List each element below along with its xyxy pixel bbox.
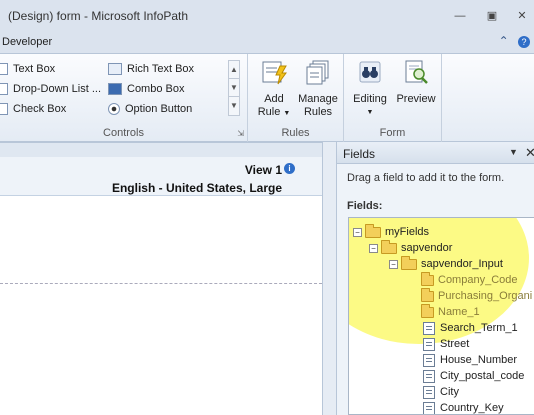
tree-node-purchasing-org[interactable]: Purchasing_Organi: [421, 287, 532, 304]
fields-pane-title: Fields: [343, 147, 376, 161]
field-icon: [423, 385, 435, 399]
controls-group: Text Box Rich Text Box Drop-Down List ..…: [0, 54, 248, 142]
help-icon[interactable]: ?: [518, 36, 530, 48]
rules-group-label: Rules: [281, 127, 310, 139]
field-group-icon: [421, 303, 434, 318]
text-box-icon: [0, 63, 8, 75]
add-rule-button[interactable]: Add Rule ▼: [254, 58, 294, 120]
tree-node-search-term-1[interactable]: Search_Term_1: [423, 320, 518, 336]
page-break-line: [0, 283, 322, 284]
preview-icon: [405, 60, 428, 84]
controls-group-label: Controls: [103, 127, 144, 139]
form-group-label: Form: [379, 127, 406, 139]
dialog-launcher-icon[interactable]: ⇲: [237, 129, 244, 138]
field-icon: [423, 401, 435, 414]
field-icon: [423, 321, 435, 335]
title-bar: (Design) form - Microsoft InfoPath — ▣ ✕: [0, 0, 534, 32]
drop-down-list-control[interactable]: Drop-Down List ...: [0, 80, 101, 98]
field-icon: [423, 337, 435, 351]
editing-button[interactable]: Editing ▼: [350, 58, 390, 119]
pane-close-icon[interactable]: ✕: [525, 145, 534, 161]
collapse-ribbon-icon[interactable]: ⌃: [499, 34, 509, 48]
view-name: View 1: [244, 163, 282, 177]
rich-text-box-control[interactable]: Rich Text Box: [108, 60, 194, 78]
fields-pane-header: Fields ▼ ✕: [337, 142, 534, 164]
tree-node-name-1[interactable]: Name_1: [421, 303, 480, 320]
tree-node-house-number[interactable]: House_Number: [423, 352, 517, 368]
tree-node-myfields[interactable]: − myFields: [353, 223, 429, 240]
combo-box-icon: [108, 83, 122, 95]
minimize-icon[interactable]: —: [452, 9, 468, 23]
folder-icon: [365, 223, 381, 238]
tree-node-sapvendor-input[interactable]: − sapvendor_Input: [389, 255, 503, 272]
tree-node-street[interactable]: Street: [423, 336, 469, 352]
text-box-control[interactable]: Text Box: [0, 60, 55, 78]
tree-node-city[interactable]: City: [423, 384, 459, 400]
pane-options-icon[interactable]: ▼: [509, 147, 518, 157]
rich-text-box-icon: [108, 63, 122, 75]
fields-label: Fields:: [347, 200, 383, 212]
view-header: View 1 i English - United States, Large: [0, 142, 322, 196]
option-button-icon: [108, 103, 120, 115]
combo-box-control[interactable]: Combo Box: [108, 80, 184, 98]
field-icon: [423, 369, 435, 383]
ribbon: Text Box Rich Text Box Drop-Down List ..…: [0, 54, 534, 142]
fields-tree[interactable]: − myFields − sapvendor − sapvendor_Input…: [348, 217, 534, 415]
check-box-icon: [0, 103, 8, 115]
tree-node-company-code[interactable]: Company_Code: [421, 271, 518, 288]
field-group-icon: [421, 271, 434, 286]
form-design-canvas[interactable]: View 1 i English - United States, Large: [0, 142, 322, 415]
field-group-icon: [421, 287, 434, 302]
option-button-control[interactable]: Option Button: [108, 100, 192, 118]
controls-gallery-scroll[interactable]: ▲ ▼ ▼: [228, 60, 240, 116]
view-language: English - United States, Large: [111, 181, 282, 195]
binoculars-icon: [359, 61, 381, 83]
tree-node-city-postal-code[interactable]: City_postal_code: [423, 368, 524, 384]
tree-node-sapvendor[interactable]: − sapvendor: [369, 239, 452, 256]
pane-splitter[interactable]: [322, 142, 337, 415]
close-icon[interactable]: ✕: [514, 9, 530, 23]
manage-rules-icon: [306, 60, 329, 85]
scroll-up-icon[interactable]: ▲: [229, 61, 239, 79]
ribbon-tab-row: Developer ⌃ ?: [0, 32, 534, 54]
preview-button[interactable]: Preview: [394, 58, 438, 106]
fields-hint: Drag a field to add it to the form.: [347, 172, 505, 184]
form-group: Editing ▼ Preview Form: [344, 54, 442, 142]
fields-task-pane: Fields ▼ ✕ Drag a field to add it to the…: [337, 142, 534, 415]
scroll-down-icon[interactable]: ▼: [229, 79, 239, 97]
field-icon: [423, 353, 435, 367]
rules-group: Add Rule ▼ Manage Rules Rules: [248, 54, 344, 142]
folder-icon: [401, 255, 417, 270]
drop-down-list-icon: [0, 83, 8, 95]
tab-developer[interactable]: Developer: [2, 36, 52, 48]
window-title: (Design) form - Microsoft InfoPath: [8, 9, 189, 23]
maximize-icon[interactable]: ▣: [484, 9, 500, 23]
collapse-icon[interactable]: −: [353, 227, 362, 237]
add-rule-icon: [262, 61, 287, 85]
collapse-icon[interactable]: −: [389, 259, 398, 269]
manage-rules-button[interactable]: Manage Rules: [296, 58, 340, 119]
tree-node-country-key[interactable]: Country_Key: [423, 400, 504, 414]
folder-icon: [381, 239, 397, 254]
info-icon[interactable]: i: [284, 163, 295, 174]
gallery-more-icon[interactable]: ▼: [229, 97, 239, 115]
check-box-control[interactable]: Check Box: [0, 100, 66, 118]
collapse-icon[interactable]: −: [369, 243, 378, 253]
